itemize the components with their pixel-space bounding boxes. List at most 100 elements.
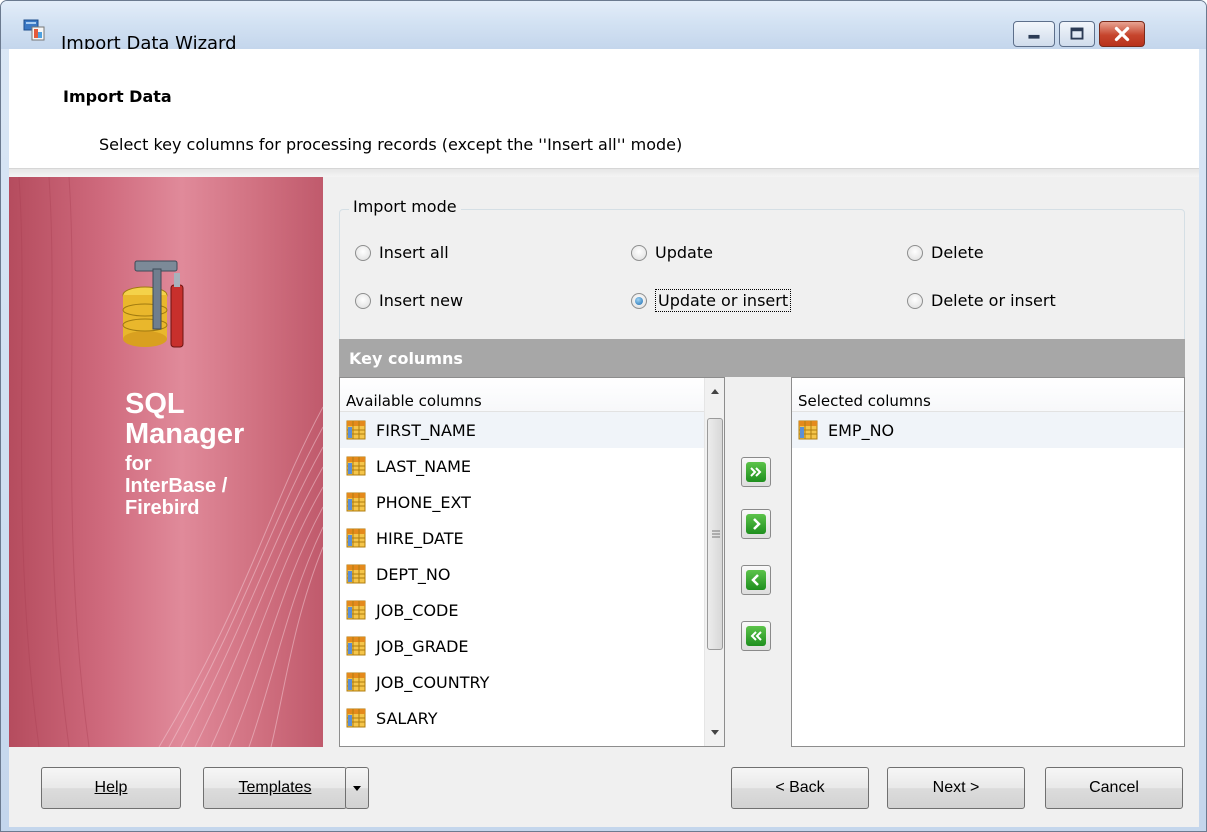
radio-indicator [355, 292, 371, 309]
table-column-icon [346, 636, 366, 656]
radio-indicator [907, 292, 923, 309]
list-item[interactable]: JOB_CODE [340, 592, 724, 628]
remove-column-button[interactable] [741, 565, 771, 595]
key-columns-header: Key columns [339, 339, 1185, 377]
back-button[interactable]: < Back [731, 767, 869, 809]
list-item[interactable]: EMP_NO [792, 412, 1184, 448]
add-column-button[interactable] [741, 509, 771, 539]
page-title: Import Data [63, 87, 172, 106]
help-button[interactable]: Help [41, 767, 181, 809]
list-item-label: SALARY [376, 708, 438, 728]
table-column-icon [346, 564, 366, 584]
maximize-button[interactable] [1059, 21, 1095, 47]
radio-insert-all[interactable]: Insert all [355, 243, 449, 262]
product-banner: SQL Manager for InterBase / Firebird [9, 177, 323, 747]
back-button-label: < Back [775, 779, 825, 796]
list-item[interactable]: HIRE_DATE [340, 520, 724, 556]
selected-columns-header: Selected columns [792, 378, 1184, 412]
chevron-down-icon [353, 786, 361, 791]
banner-line-2: Manager [125, 418, 245, 450]
selected-columns-list[interactable]: Selected columns EMP_NO [791, 377, 1185, 747]
wizard-content: SQL Manager for InterBase / Firebird Imp… [9, 177, 1199, 747]
scroll-thumb[interactable] [707, 418, 723, 650]
radio-label: Delete [931, 243, 984, 262]
list-item-label: FIRST_NAME [376, 420, 476, 440]
cancel-button[interactable]: Cancel [1045, 767, 1183, 809]
maximize-icon [1070, 27, 1084, 40]
next-button-label: Next > [932, 779, 980, 796]
radio-indicator-selected [631, 292, 647, 309]
radio-indicator [907, 244, 923, 261]
product-name: SQL Manager for InterBase / Firebird [125, 389, 244, 519]
radio-update[interactable]: Update [631, 243, 713, 262]
table-column-icon [346, 600, 366, 620]
remove-all-columns-button[interactable] [741, 621, 771, 651]
wizard-app-icon [23, 19, 45, 41]
list-item-label: HIRE_DATE [376, 528, 464, 548]
templates-button-label: Templates [238, 779, 312, 796]
radio-label: Update or insert [655, 289, 792, 312]
title-bar[interactable]: Import Data Wizard [1, 1, 1206, 54]
scroll-grip-icon [712, 530, 720, 538]
list-item[interactable]: LAST_NAME [340, 448, 724, 484]
list-item[interactable]: FIRST_NAME [340, 412, 724, 448]
table-column-icon [346, 456, 366, 476]
templates-button[interactable]: Templates [203, 767, 347, 809]
import-mode-group [339, 209, 1185, 355]
list-item[interactable]: PHONE_EXT [340, 484, 724, 520]
wizard-header: Import Data Select key columns for proce… [9, 49, 1199, 169]
list-item-label: PHONE_EXT [376, 492, 471, 512]
radio-label: Insert new [379, 291, 464, 310]
available-columns-scrollbar[interactable] [704, 378, 724, 746]
database-tools-icon [122, 260, 184, 348]
list-item[interactable]: SALARY [340, 700, 724, 736]
list-item-label: JOB_COUNTRY [376, 672, 490, 692]
radio-label: Insert all [379, 243, 449, 262]
radio-insert-new[interactable]: Insert new [355, 291, 463, 310]
minimize-icon [1028, 34, 1040, 39]
list-item-label: JOB_CODE [376, 600, 459, 620]
minimize-button[interactable] [1013, 21, 1055, 47]
table-column-icon [346, 420, 366, 440]
list-item-label: EMP_NO [828, 420, 895, 440]
radio-update-or-insert[interactable]: Update or insert [631, 289, 792, 312]
available-columns-list[interactable]: Available columns FIRST_NAME LAST_NAME PHO… [339, 377, 725, 747]
list-item-label: LAST_NAME [376, 456, 471, 476]
wizard-footer: Help Templates < Back Next > Cancel [9, 747, 1199, 827]
radio-indicator [355, 244, 371, 261]
radio-delete[interactable]: Delete [907, 243, 984, 262]
chevron-right-icon [753, 518, 761, 530]
import-mode-legend: Import mode [349, 197, 461, 216]
list-item[interactable]: JOB_GRADE [340, 628, 724, 664]
scroll-up-arrow-icon[interactable] [705, 382, 725, 402]
list-item-label: DEPT_NO [376, 564, 451, 584]
table-column-icon [346, 708, 366, 728]
cancel-button-label: Cancel [1089, 779, 1139, 796]
banner-line-4: InterBase / [125, 475, 228, 497]
double-chevron-right-icon [750, 467, 762, 477]
templates-dropdown-button[interactable] [345, 767, 369, 809]
available-columns-header: Available columns [340, 378, 724, 412]
banner-line-5: Firebird [125, 497, 200, 519]
banner-line-3: for [125, 453, 152, 475]
banner-line-1: SQL [125, 388, 185, 420]
table-column-icon [346, 672, 366, 692]
list-item[interactable]: DEPT_NO [340, 556, 724, 592]
scroll-down-arrow-icon[interactable] [705, 722, 725, 742]
help-button-label: Help [94, 779, 128, 796]
list-item[interactable]: JOB_COUNTRY [340, 664, 724, 700]
radio-delete-or-insert[interactable]: Delete or insert [907, 291, 1056, 310]
import-data-wizard-window: Import Data Wizard Import Data Select ke… [0, 0, 1207, 832]
double-chevron-left-icon [750, 631, 762, 641]
add-all-columns-button[interactable] [741, 457, 771, 487]
next-button[interactable]: Next > [887, 767, 1025, 809]
table-column-icon [346, 528, 366, 548]
table-column-icon [346, 492, 366, 512]
available-columns-items: FIRST_NAME LAST_NAME PHONE_EXT HIRE_DATE DEP… [340, 412, 724, 736]
close-icon [1114, 26, 1130, 42]
close-button[interactable] [1099, 21, 1145, 47]
chevron-left-icon [751, 574, 759, 586]
list-item-label: JOB_GRADE [376, 636, 469, 656]
page-subtitle: Select key columns for processing record… [99, 135, 683, 154]
table-column-icon [798, 420, 818, 440]
